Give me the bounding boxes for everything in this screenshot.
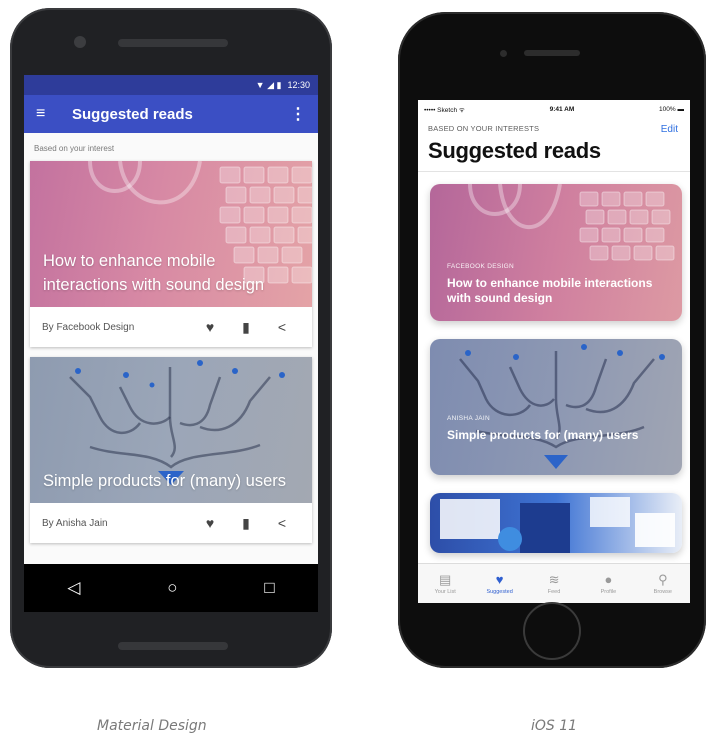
ios-screen: ••••• Sketch ᯤ 9:41 AM 100% ▬ BASED ON Y…: [418, 100, 690, 603]
status-time: 9:41 AM: [549, 105, 575, 113]
header-kicker: BASED ON YOUR INTERESTS: [428, 124, 540, 133]
heart-icon[interactable]: ♥: [192, 319, 228, 335]
home-icon[interactable]: ○: [167, 578, 177, 598]
article-card-partial[interactable]: [430, 493, 682, 553]
card-kicker: FACEBOOK DESIGN: [447, 263, 514, 270]
article-image-funnels: Simple products for (many) users: [30, 357, 312, 503]
list-icon: ▤: [439, 572, 452, 587]
earpiece-speaker: [118, 39, 228, 47]
share-icon[interactable]: <: [264, 515, 300, 531]
section-label: Based on your interest: [34, 144, 115, 153]
large-title: Suggested reads: [428, 138, 601, 163]
article-title: Simple products for (many) users: [43, 472, 286, 490]
article-title: Simple products for (many) users: [447, 428, 639, 442]
card-kicker: ANISHA JAIN: [447, 415, 491, 422]
bottom-speaker: [118, 642, 228, 650]
tab-label: Suggested: [486, 589, 513, 595]
ios-header: BASED ON YOUR INTERESTS Edit Suggested r…: [418, 124, 690, 164]
article-author: By Facebook Design: [42, 321, 135, 333]
funnel-tree-illustration: [459, 344, 665, 469]
home-button[interactable]: [523, 602, 581, 660]
front-camera: [74, 36, 86, 48]
menu-icon[interactable]: ≡: [36, 105, 58, 123]
earpiece-speaker: [524, 50, 580, 56]
android-navigation-bar: ◁ ○ □: [24, 564, 318, 612]
article-title: How to enhance mobile interactions with …: [43, 252, 265, 294]
ios-status-bar: ••••• Sketch ᯤ 9:41 AM 100% ▬: [418, 100, 690, 118]
header-divider: [418, 171, 690, 172]
bookmark-icon[interactable]: ▮: [228, 319, 264, 336]
status-time: 12:30: [287, 80, 310, 90]
article-card[interactable]: How to enhance mobile interactions with …: [30, 161, 312, 347]
iphone-device: ••••• Sketch ᯤ 9:41 AM 100% ▬ BASED ON Y…: [398, 12, 706, 668]
tab-suggested[interactable]: ♥ Suggested: [472, 564, 526, 603]
card-footer: By Facebook Design ♥ ▮ <: [30, 307, 312, 347]
android-status-bar: ▼ ◢ ▮ 12:30: [24, 75, 318, 95]
article-card[interactable]: ANISHA JAIN Simple products for (many) u…: [430, 339, 682, 475]
tab-your-list[interactable]: ▤ Your List: [418, 564, 472, 603]
article-card[interactable]: FACEBOOK DESIGN How to enhance mobile in…: [430, 184, 682, 321]
tab-profile[interactable]: ● Profile: [581, 564, 635, 603]
status-carrier: ••••• Sketch ᯤ: [424, 106, 465, 114]
search-icon: ⚲: [658, 572, 668, 587]
card-footer: By Anisha Jain ♥ ▮ <: [30, 503, 312, 543]
gem-icon: [544, 455, 568, 469]
article-image-headphones-keyboard: How to enhance mobile interactions with …: [30, 161, 312, 307]
more-vert-icon[interactable]: ⋮: [290, 104, 306, 124]
recents-icon[interactable]: □: [264, 578, 274, 598]
tab-feed[interactable]: ≋ Feed: [527, 564, 581, 603]
android-app-bar: ≡ Suggested reads ⋮: [24, 95, 318, 133]
caption-ios: iOS 11: [531, 718, 578, 734]
app-bar-title: Suggested reads: [72, 105, 193, 123]
bookmark-icon[interactable]: ▮: [228, 515, 264, 532]
android-screen: ▼ ◢ ▮ 12:30 ≡ Suggested reads ⋮ Based on…: [24, 75, 318, 612]
stack-icon: ≋: [548, 572, 560, 587]
edit-button[interactable]: Edit: [661, 124, 678, 135]
tab-label: Feed: [547, 589, 561, 595]
article-author: By Anisha Jain: [42, 517, 108, 529]
tab-label: Your List: [434, 589, 456, 595]
tab-browse[interactable]: ⚲ Browse: [636, 564, 690, 603]
design-collage-illustration: [440, 497, 675, 553]
status-icons: ▼ ◢ ▮: [255, 79, 282, 90]
ios-tab-bar: ▤ Your List ♥ Suggested ≋ Feed ● Profile…: [418, 563, 690, 603]
share-icon[interactable]: <: [264, 319, 300, 335]
article-card[interactable]: Simple products for (many) users By Anis…: [30, 357, 312, 543]
status-battery: 100% ▬: [659, 105, 684, 113]
front-camera: [500, 50, 507, 57]
heart-icon: ♥: [495, 572, 504, 587]
tab-label: Browse: [653, 589, 672, 595]
android-device: ▼ ◢ ▮ 12:30 ≡ Suggested reads ⋮ Based on…: [10, 8, 332, 668]
profile-icon: ●: [604, 572, 613, 587]
article-title: How to enhance mobile interactions with …: [447, 276, 653, 305]
tab-label: Profile: [600, 589, 617, 595]
caption-material-design: Material Design: [97, 718, 207, 734]
heart-icon[interactable]: ♥: [192, 515, 228, 531]
back-icon[interactable]: ◁: [67, 578, 80, 598]
